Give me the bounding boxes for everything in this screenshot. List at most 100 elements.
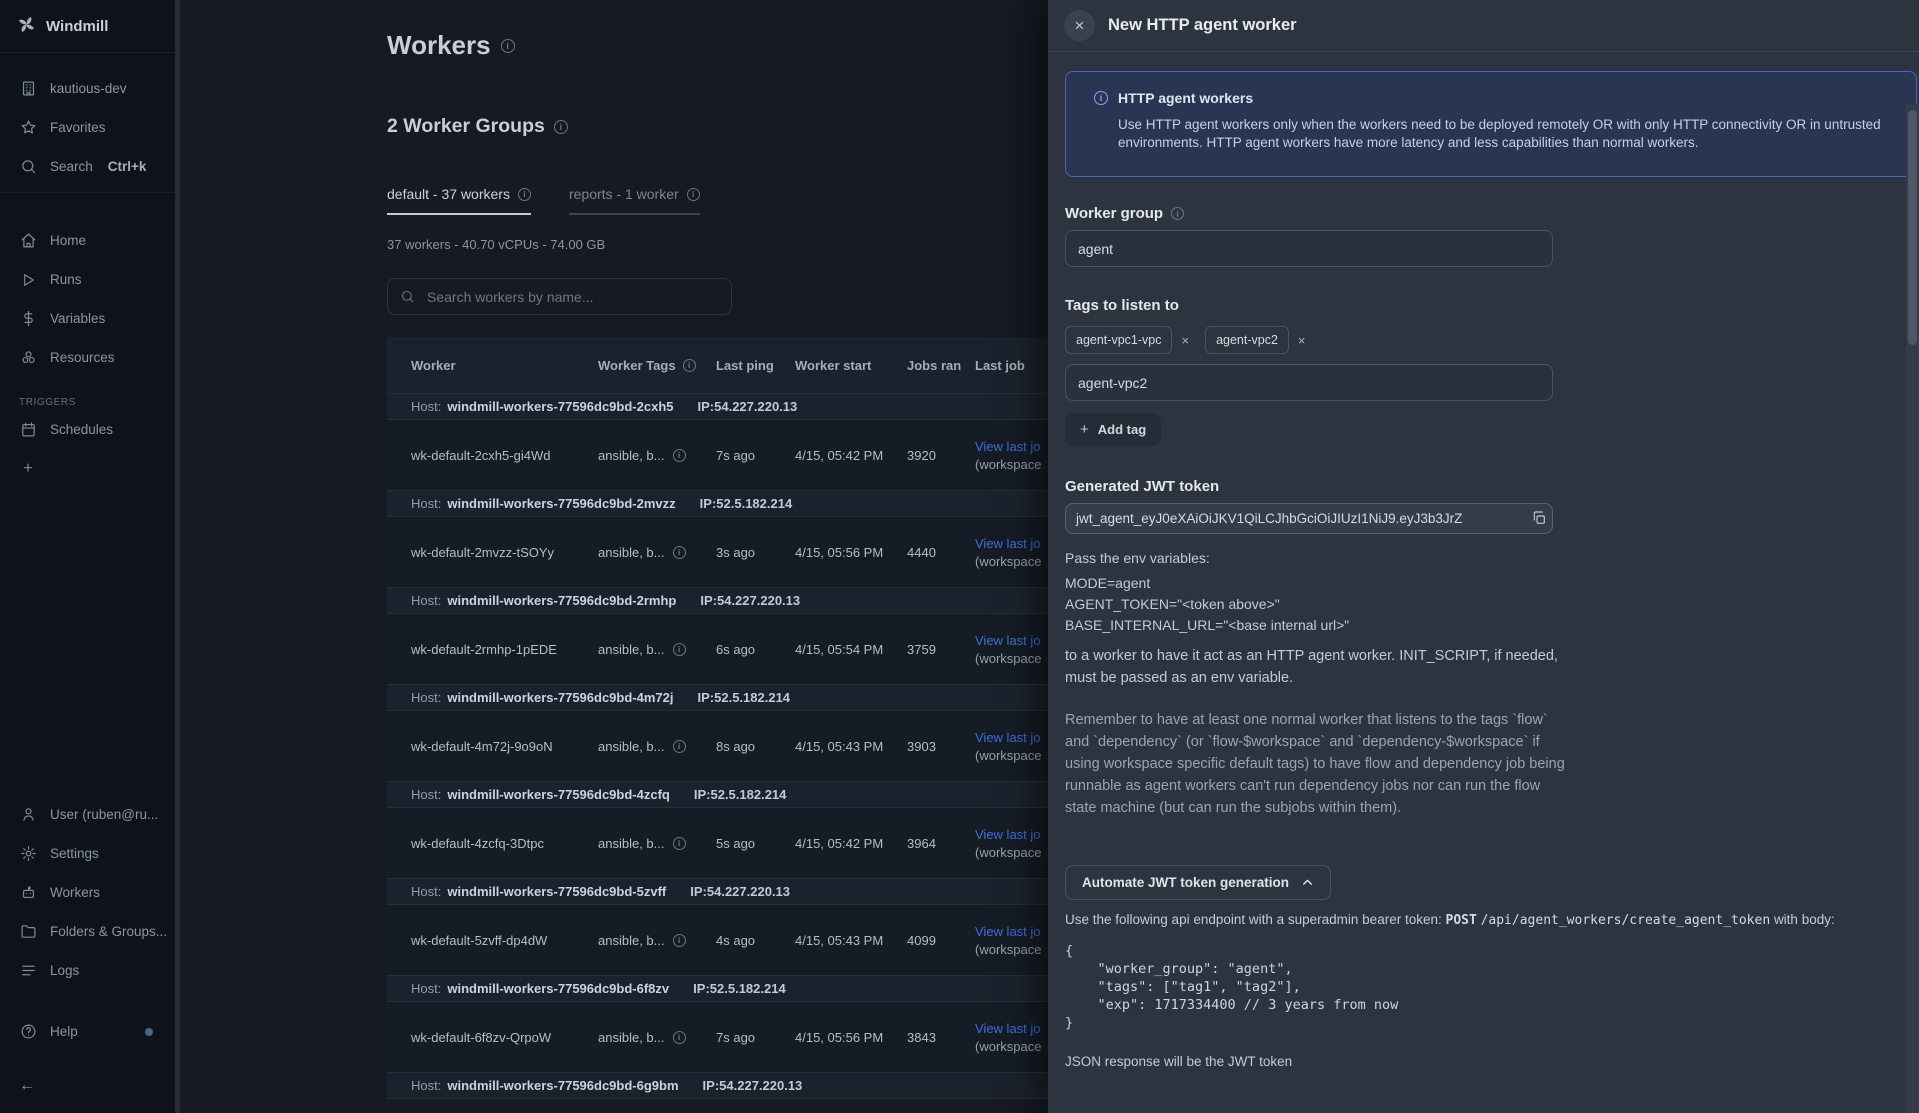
remove-tag-icon[interactable]: × bbox=[1298, 333, 1306, 348]
worker-name: wk-default-4m72j-9o9oN bbox=[411, 739, 598, 754]
info-icon[interactable]: i bbox=[1171, 207, 1184, 220]
folder-icon bbox=[19, 923, 37, 940]
worker-start: 4/15, 05:56 PM bbox=[795, 1030, 907, 1045]
info-icon: i bbox=[1094, 91, 1108, 105]
info-icon[interactable]: i bbox=[673, 1031, 686, 1044]
search-icon bbox=[400, 289, 415, 304]
sidebar-item-logs[interactable]: Logs bbox=[0, 951, 175, 990]
close-icon[interactable]: × bbox=[1064, 10, 1095, 41]
worker-name: wk-default-4zcfq-3Dtpc bbox=[411, 836, 598, 851]
sidebar: Windmill kautious-dev Favorites Search C… bbox=[0, 0, 175, 1113]
info-icon[interactable]: i bbox=[673, 449, 686, 462]
new-tag-input[interactable] bbox=[1065, 364, 1553, 401]
jobs-ran: 3964 bbox=[907, 836, 975, 851]
jobs-ran: 3903 bbox=[907, 739, 975, 754]
add-tag-button[interactable]: + Add tag bbox=[1065, 413, 1161, 446]
star-icon bbox=[19, 119, 37, 136]
info-icon[interactable]: i bbox=[673, 643, 686, 656]
worker-tags: ansible, b... i bbox=[598, 448, 716, 463]
sidebar-item-user[interactable]: User (ruben@ru... bbox=[0, 795, 175, 834]
worker-group-input[interactable] bbox=[1065, 230, 1553, 267]
play-icon bbox=[19, 272, 37, 288]
new-http-agent-worker-drawer: × New HTTP agent worker i HTTP agent wor… bbox=[1048, 0, 1919, 1113]
info-icon[interactable]: i bbox=[673, 934, 686, 947]
worker-name: wk-default-5zvff-dp4dW bbox=[411, 933, 598, 948]
remove-tag-icon[interactable]: × bbox=[1181, 333, 1189, 348]
jobs-ran: 3843 bbox=[907, 1030, 975, 1045]
sidebar-item-workers[interactable]: Workers bbox=[0, 873, 175, 912]
sidebar-item-help[interactable]: Help bbox=[0, 1012, 175, 1051]
tab-reports-group[interactable]: reports - 1 worker i bbox=[569, 186, 700, 215]
sidebar-item-folders-groups[interactable]: Folders & Groups... bbox=[0, 912, 175, 951]
last-ping: 4s ago bbox=[716, 933, 795, 948]
last-ping: 7s ago bbox=[716, 448, 795, 463]
tag-chip: agent-vpc1-vpc bbox=[1065, 326, 1172, 354]
sidebar-item-variables[interactable]: Variables bbox=[0, 299, 175, 338]
tag-chip: agent-vpc2 bbox=[1205, 326, 1289, 354]
sidebar-item-runs[interactable]: Runs bbox=[0, 260, 175, 299]
env-variables: MODE=agent AGENT_TOKEN="<token above>" B… bbox=[1065, 573, 1889, 636]
info-icon[interactable]: i bbox=[518, 188, 531, 201]
info-icon[interactable]: i bbox=[687, 188, 700, 201]
robot-icon bbox=[19, 884, 37, 901]
worker-start: 4/15, 05:42 PM bbox=[795, 448, 907, 463]
info-box-text: Use HTTP agent workers only when the wor… bbox=[1118, 116, 1896, 152]
sidebar-item-schedules[interactable]: Schedules bbox=[0, 410, 175, 449]
jobs-ran: 3920 bbox=[907, 448, 975, 463]
logs-icon bbox=[19, 962, 37, 979]
info-icon[interactable]: i bbox=[683, 359, 696, 372]
pass-env-text: Pass the env variables: bbox=[1065, 550, 1889, 566]
sidebar-item-workspace[interactable]: kautious-dev bbox=[0, 69, 175, 108]
worker-tags: ansible, b... i bbox=[598, 1030, 716, 1045]
env-note: to a worker to have it act as an HTTP ag… bbox=[1065, 645, 1570, 689]
tab-default-group[interactable]: default - 37 workers i bbox=[387, 186, 531, 215]
api-method: POST bbox=[1446, 913, 1477, 928]
collapse-sidebar-button[interactable]: ← bbox=[0, 1065, 175, 1107]
info-icon[interactable]: i bbox=[673, 837, 686, 850]
jobs-ran: 3759 bbox=[907, 642, 975, 657]
worker-tags: ansible, b... i bbox=[598, 642, 716, 657]
automate-jwt-toggle[interactable]: Automate JWT token generation bbox=[1065, 865, 1331, 900]
drawer-scrollbar[interactable] bbox=[1906, 104, 1919, 1113]
sidebar-item-favorites[interactable]: Favorites bbox=[0, 108, 175, 147]
last-ping: 8s ago bbox=[716, 739, 795, 754]
worker-start: 4/15, 05:42 PM bbox=[795, 836, 907, 851]
worker-start: 4/15, 05:56 PM bbox=[795, 545, 907, 560]
sidebar-item-add-trigger[interactable]: + bbox=[0, 449, 175, 488]
sidebar-item-search[interactable]: Search Ctrl+k bbox=[0, 147, 175, 186]
sidebar-item-home[interactable]: Home bbox=[0, 221, 175, 260]
info-icon[interactable]: i bbox=[501, 39, 515, 53]
plus-icon: + bbox=[1080, 421, 1089, 438]
copy-icon[interactable] bbox=[1531, 510, 1547, 526]
tag-chips: agent-vpc1-vpc × agent-vpc2 × bbox=[1065, 326, 1889, 354]
sidebar-item-settings[interactable]: Settings bbox=[0, 834, 175, 873]
request-body-code: { "worker_group": "agent", "tags": ["tag… bbox=[1065, 942, 1889, 1032]
worker-name: wk-default-2mvzz-tSOYy bbox=[411, 545, 598, 560]
info-icon[interactable]: i bbox=[673, 546, 686, 559]
scrollbar-thumb[interactable] bbox=[1908, 110, 1917, 345]
worker-group-label: Worker group i bbox=[1065, 205, 1889, 222]
jwt-token-label: Generated JWT token bbox=[1065, 478, 1889, 495]
jwt-token-field[interactable]: jwt_agent_eyJ0eXAiOiJKV1QiLCJhbGciOiJIUz… bbox=[1065, 503, 1553, 534]
sidebar-item-resources[interactable]: Resources bbox=[0, 338, 175, 377]
worker-tags: ansible, b... i bbox=[598, 933, 716, 948]
tags-label: Tags to listen to bbox=[1065, 297, 1889, 314]
worker-start: 4/15, 05:54 PM bbox=[795, 642, 907, 657]
plus-icon: + bbox=[19, 460, 37, 478]
col-worker-start: Worker start bbox=[795, 358, 907, 373]
gear-icon bbox=[19, 845, 37, 862]
chevron-up-icon bbox=[1301, 876, 1314, 889]
info-icon[interactable]: i bbox=[673, 740, 686, 753]
app-logo[interactable]: Windmill bbox=[0, 0, 175, 53]
last-ping: 6s ago bbox=[716, 642, 795, 657]
http-agent-info-box: i HTTP agent workers Use HTTP agent work… bbox=[1065, 71, 1917, 177]
drawer-header: × New HTTP agent worker bbox=[1048, 0, 1919, 52]
page-scrollbar[interactable] bbox=[175, 0, 180, 1113]
help-icon bbox=[19, 1023, 37, 1040]
search-icon bbox=[19, 158, 37, 175]
home-icon bbox=[19, 232, 37, 249]
search-input[interactable] bbox=[425, 288, 719, 306]
last-ping: 7s ago bbox=[716, 1030, 795, 1045]
info-icon[interactable]: i bbox=[554, 120, 568, 134]
worker-search[interactable] bbox=[387, 278, 732, 315]
